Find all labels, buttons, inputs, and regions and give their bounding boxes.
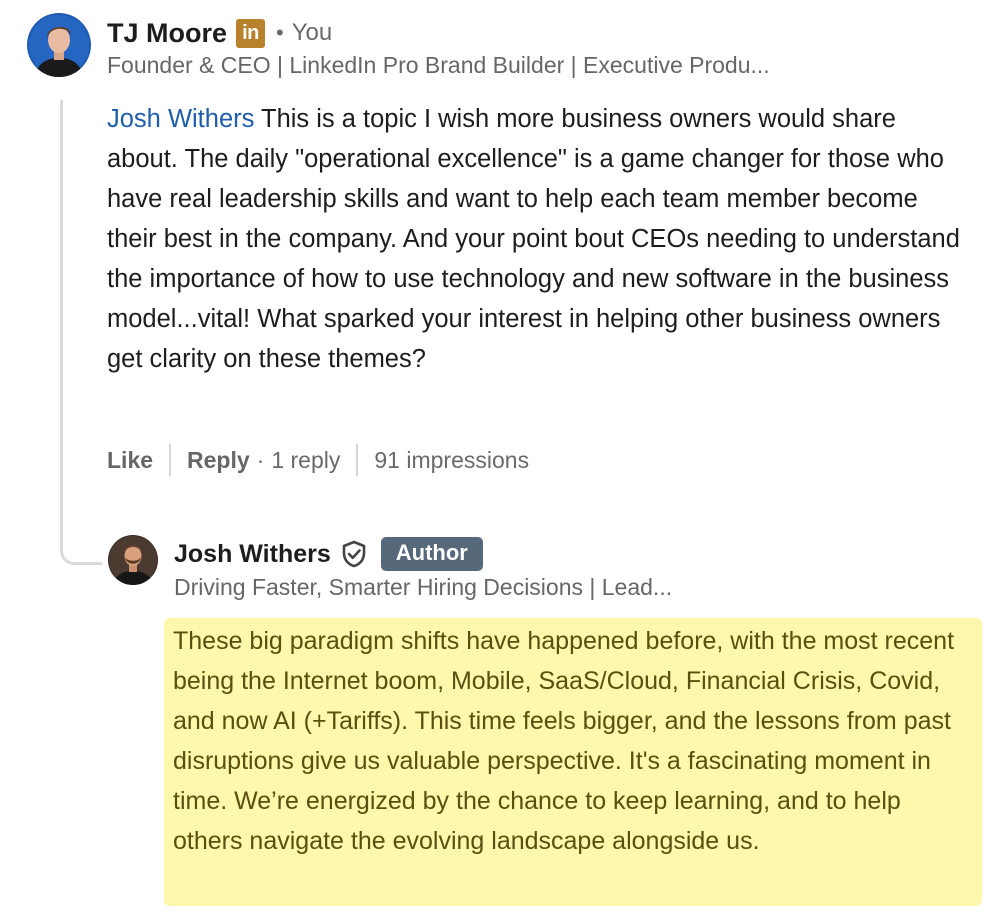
- reply-count-link[interactable]: 1 reply: [271, 447, 340, 474]
- reply-author-avatar[interactable]: [108, 535, 158, 585]
- commenter-avatar-image: [27, 13, 91, 77]
- comment-actions: Like Reply · 1 reply 91 impressions: [107, 442, 529, 478]
- commenter-name-row: TJ Moore in • You: [107, 15, 332, 51]
- impressions-count: 91 impressions: [374, 446, 530, 473]
- reply-author-name[interactable]: Josh Withers: [174, 540, 331, 569]
- action-divider: [169, 444, 172, 476]
- you-label: You: [291, 19, 333, 46]
- mention-link[interactable]: Josh Withers: [107, 105, 254, 133]
- action-divider: [356, 444, 359, 476]
- reply-avatar-image: [108, 535, 158, 585]
- commenter-name[interactable]: TJ Moore: [107, 18, 227, 49]
- thread-connector-line: [60, 100, 102, 565]
- reply-author-name-row: Josh Withers Author: [174, 536, 483, 572]
- reply-author-headline: Driving Faster, Smarter Hiring Decisions…: [174, 574, 673, 600]
- comment-body-text: This is a topic I wish more business own…: [107, 105, 960, 373]
- separator-dot: •: [276, 20, 284, 45]
- reply-text-highlighted: These big paradigm shifts have happened …: [164, 618, 982, 906]
- middle-dot: ·: [256, 446, 265, 473]
- commenter-avatar[interactable]: [27, 13, 91, 77]
- author-badge: Author: [380, 537, 483, 571]
- reply-button[interactable]: Reply: [187, 447, 250, 474]
- commenter-headline: Founder & CEO | LinkedIn Pro Brand Build…: [107, 52, 770, 78]
- comment-text: Josh Withers This is a topic I wish more…: [107, 99, 967, 379]
- shield-check-icon: [341, 540, 367, 568]
- like-button[interactable]: Like: [107, 447, 153, 474]
- linkedin-premium-icon: in: [236, 18, 266, 48]
